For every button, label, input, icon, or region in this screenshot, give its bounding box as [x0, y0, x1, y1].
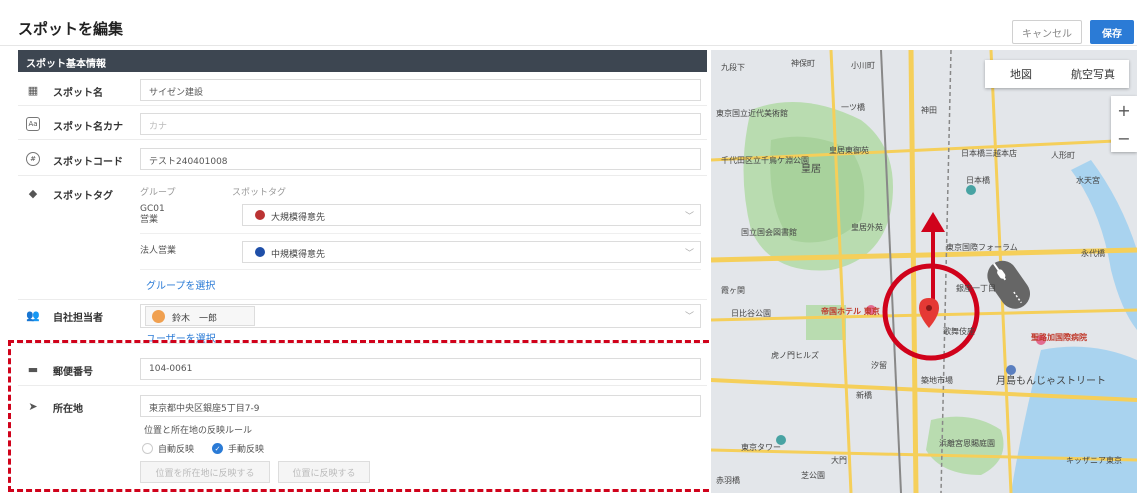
map-label: 月島もんじゃストリート	[996, 376, 1106, 387]
page-title: スポットを編集	[18, 20, 124, 38]
map-label: 汐留	[871, 361, 887, 370]
spot-edit-page: スポットを編集 キャンセル 保存 スポット基本情報 ▦ スポット名 サイゼン建設…	[0, 0, 1137, 493]
chevron-down-icon: ﹀	[684, 249, 694, 259]
building-icon: ▦	[27, 83, 39, 97]
tag-row: GC01 営業 大規模得意先 ﹀	[140, 198, 701, 234]
group-column-header: グループ	[140, 188, 176, 198]
map-label: 虎ノ門ヒルズ	[771, 351, 819, 360]
map-label: 大門	[831, 456, 847, 465]
tag-select[interactable]: 大規模得意先 ﹀	[242, 204, 701, 226]
save-button[interactable]: 保存	[1090, 20, 1134, 44]
group-name: GC01	[140, 204, 165, 214]
map-label: 東京国際フォーラム	[946, 243, 1018, 252]
map-label: 一ツ橋	[841, 103, 865, 112]
spot-name-label: スポット名	[53, 88, 103, 99]
spot-code-input[interactable]: テスト240401008	[140, 148, 701, 170]
spot-kana-input[interactable]: カナ	[140, 113, 701, 135]
spot-name-row: ▦ スポット名 サイゼン建設	[18, 74, 707, 106]
map-label: 東京国立近代美術館	[716, 109, 788, 118]
map-label: 霞ヶ関	[721, 286, 745, 295]
map-panel[interactable]: 九段下 神保町 小川町 東京国立近代美術館 一ツ橋 神田 千代田区立千鳥ケ淵公園…	[711, 50, 1137, 493]
spot-name-input[interactable]: サイゼン建設	[140, 79, 701, 101]
tag-select-value: 大規模得意先	[271, 213, 326, 223]
tag-select-value: 中規模得意先	[271, 250, 326, 260]
avatar	[152, 310, 165, 323]
map-pin-icon	[255, 247, 265, 257]
zoom-in-button[interactable]: +	[1111, 96, 1137, 124]
owner-row: 👥 自社担当者 鈴木 一郎 ﹀ ユーザーを選択	[18, 302, 707, 345]
group-name-sub: 営業	[140, 215, 159, 225]
map-label: 浜離宮恩賜庭園	[939, 439, 995, 448]
tag-icon: ◆	[28, 186, 38, 200]
chevron-down-icon: ﹀	[684, 212, 694, 222]
hash-icon: #	[26, 152, 40, 166]
map-label: キッザニア東京	[1066, 456, 1122, 465]
spot-code-label: スポットコード	[53, 157, 123, 168]
cancel-button[interactable]: キャンセル	[1012, 20, 1082, 44]
spot-tag-row: ◆ スポットタグ グループ スポットタグ GC01 営業 大規模得意先 ﹀ 法人…	[18, 180, 707, 300]
map-type-toggle: 地図 航空写真	[985, 60, 1129, 88]
tag-row: 法人営業 中規模得意先 ﹀	[140, 236, 701, 270]
map-type-map-button[interactable]: 地図	[985, 60, 1057, 88]
map-label: 築地市場	[921, 376, 953, 385]
map-label: 新橋	[856, 391, 872, 400]
map-label: 芝公園	[801, 471, 825, 480]
kana-icon: Aa	[26, 117, 40, 131]
map-label: 東京タワー	[741, 443, 781, 452]
map-label: 日比谷公園	[731, 309, 771, 318]
chevron-down-icon: ﹀	[684, 312, 694, 322]
select-group-link[interactable]: グループを選択	[146, 277, 215, 292]
user-name: 鈴木 一郎	[172, 314, 218, 324]
spot-code-row: # スポットコード テスト240401008	[18, 142, 707, 176]
users-icon: 👥	[26, 308, 40, 322]
tag-select[interactable]: 中規模得意先 ﹀	[242, 241, 701, 263]
map-label: 神田	[921, 106, 937, 115]
map-label: 聖路加国際病院	[1031, 333, 1087, 342]
zoom-out-button[interactable]: −	[1111, 124, 1137, 152]
spot-tag-label: スポットタグ	[53, 191, 113, 202]
map-label: 水天宮	[1076, 176, 1100, 185]
map-label: 皇居東御苑	[829, 146, 869, 155]
map-label: 小川町	[851, 61, 875, 70]
highlight-box	[8, 340, 718, 492]
map-label: 千代田区立千鳥ケ淵公園	[721, 156, 809, 165]
map-pin-icon	[255, 210, 265, 220]
spot-kana-label: スポット名カナ	[53, 122, 123, 133]
group-name: 法人営業	[140, 246, 177, 256]
map-label: 日本橋	[966, 176, 990, 185]
map-label: 人形町	[1051, 151, 1075, 160]
owner-select[interactable]: 鈴木 一郎 ﹀	[140, 304, 701, 328]
tag-column-header: スポットタグ	[232, 188, 287, 198]
map-label: 赤羽橋	[716, 476, 740, 485]
map-label: 国立国会図書館	[741, 228, 797, 237]
page-header: スポットを編集 キャンセル 保存	[0, 0, 1137, 46]
owner-label: 自社担当者	[53, 313, 103, 324]
spot-kana-row: Aa スポット名カナ カナ	[18, 108, 707, 140]
map-label: 九段下	[721, 63, 745, 72]
zoom-control: + −	[1111, 96, 1137, 152]
map-type-aerial-button[interactable]: 航空写真	[1057, 60, 1129, 88]
map-label: 銀座一丁目	[956, 284, 996, 293]
user-chip[interactable]: 鈴木 一郎	[145, 306, 255, 326]
map-label: 皇居	[801, 164, 821, 175]
map-label: 皇居外苑	[851, 223, 883, 232]
map-label: 永代橋	[1081, 249, 1105, 258]
map-label: 神保町	[791, 59, 815, 68]
map-label: 帝国ホテル 東京	[821, 307, 880, 316]
section-title: スポット基本情報	[18, 50, 707, 72]
map-label: 日本橋三越本店	[961, 149, 1017, 158]
map-label: 歌舞伎座	[943, 327, 975, 336]
